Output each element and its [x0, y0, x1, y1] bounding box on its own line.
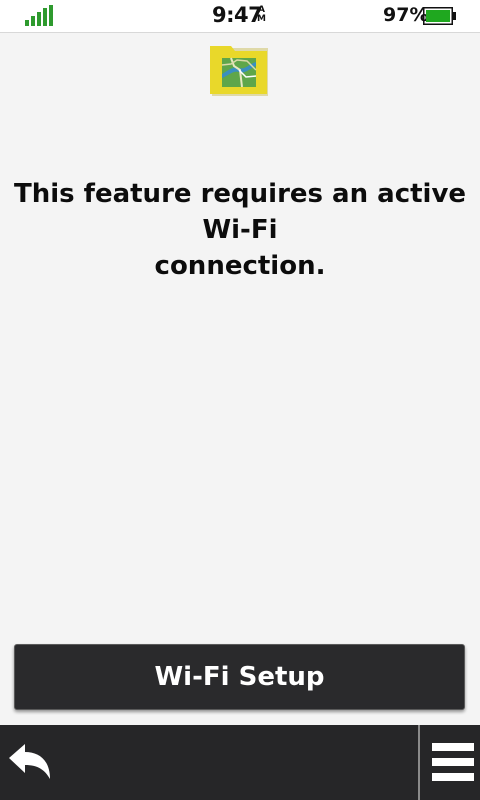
bottom-bar	[0, 725, 480, 800]
map-folder-icon	[210, 46, 268, 96]
am-pm-bottom: M	[257, 14, 266, 24]
back-arrow-icon	[9, 744, 50, 779]
wifi-setup-button[interactable]: Wi-Fi Setup	[14, 644, 465, 710]
wifi-required-message: This feature requires an active Wi-Fi co…	[0, 176, 480, 284]
battery-icon	[423, 7, 456, 25]
clock-am-pm: A M	[257, 6, 266, 24]
menu-button[interactable]	[418, 725, 480, 800]
clock-time: 9:47	[212, 3, 263, 27]
back-button[interactable]	[0, 725, 62, 800]
wifi-setup-label: Wi-Fi Setup	[154, 662, 325, 692]
battery-percent: 97%	[383, 4, 429, 26]
status-bar: 9:47 A M 97%	[0, 0, 480, 33]
message-line-1: This feature requires an active Wi-Fi	[13, 179, 467, 245]
menu-icon	[432, 743, 474, 781]
message-line-2: connection.	[154, 251, 326, 281]
signal-bars-icon	[25, 5, 53, 26]
